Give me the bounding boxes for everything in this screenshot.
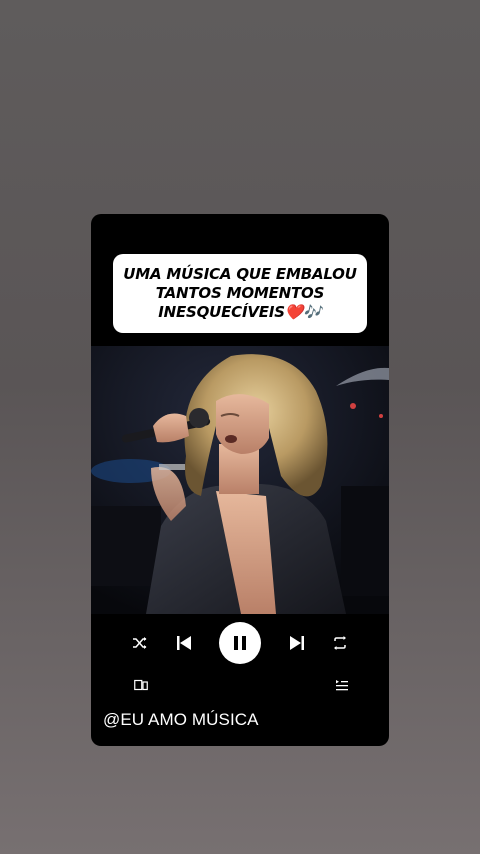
singer-image: [91, 346, 389, 614]
pause-button[interactable]: [219, 622, 261, 664]
caption-box: UMA MÚSICA QUE EMBALOU TANTOS MOMENTOS I…: [113, 254, 367, 333]
caption-line-1: UMA MÚSICA QUE EMBALOU: [123, 265, 357, 283]
music-card: UMA MÚSICA QUE EMBALOU TANTOS MOMENTOS I…: [91, 214, 389, 746]
account-handle: @EU AMO MÚSICA: [103, 710, 259, 729]
video-frame[interactable]: [91, 346, 389, 614]
devices-icon[interactable]: [133, 678, 149, 692]
queue-icon[interactable]: [334, 678, 350, 692]
skip-previous-icon[interactable]: [174, 633, 194, 653]
shuffle-icon[interactable]: [131, 634, 149, 652]
aux-controls: [91, 676, 389, 696]
player-controls: [91, 622, 389, 670]
pause-icon: [234, 636, 246, 650]
caption-line-2: TANTOS MOMENTOS: [155, 284, 325, 302]
skip-next-icon[interactable]: [287, 633, 307, 653]
repeat-icon[interactable]: [331, 634, 349, 652]
caption-line-3: INESQUECÍVEIS❤️🎶: [158, 303, 322, 321]
caption-text: UMA MÚSICA QUE EMBALOU TANTOS MOMENTOS I…: [123, 265, 357, 322]
